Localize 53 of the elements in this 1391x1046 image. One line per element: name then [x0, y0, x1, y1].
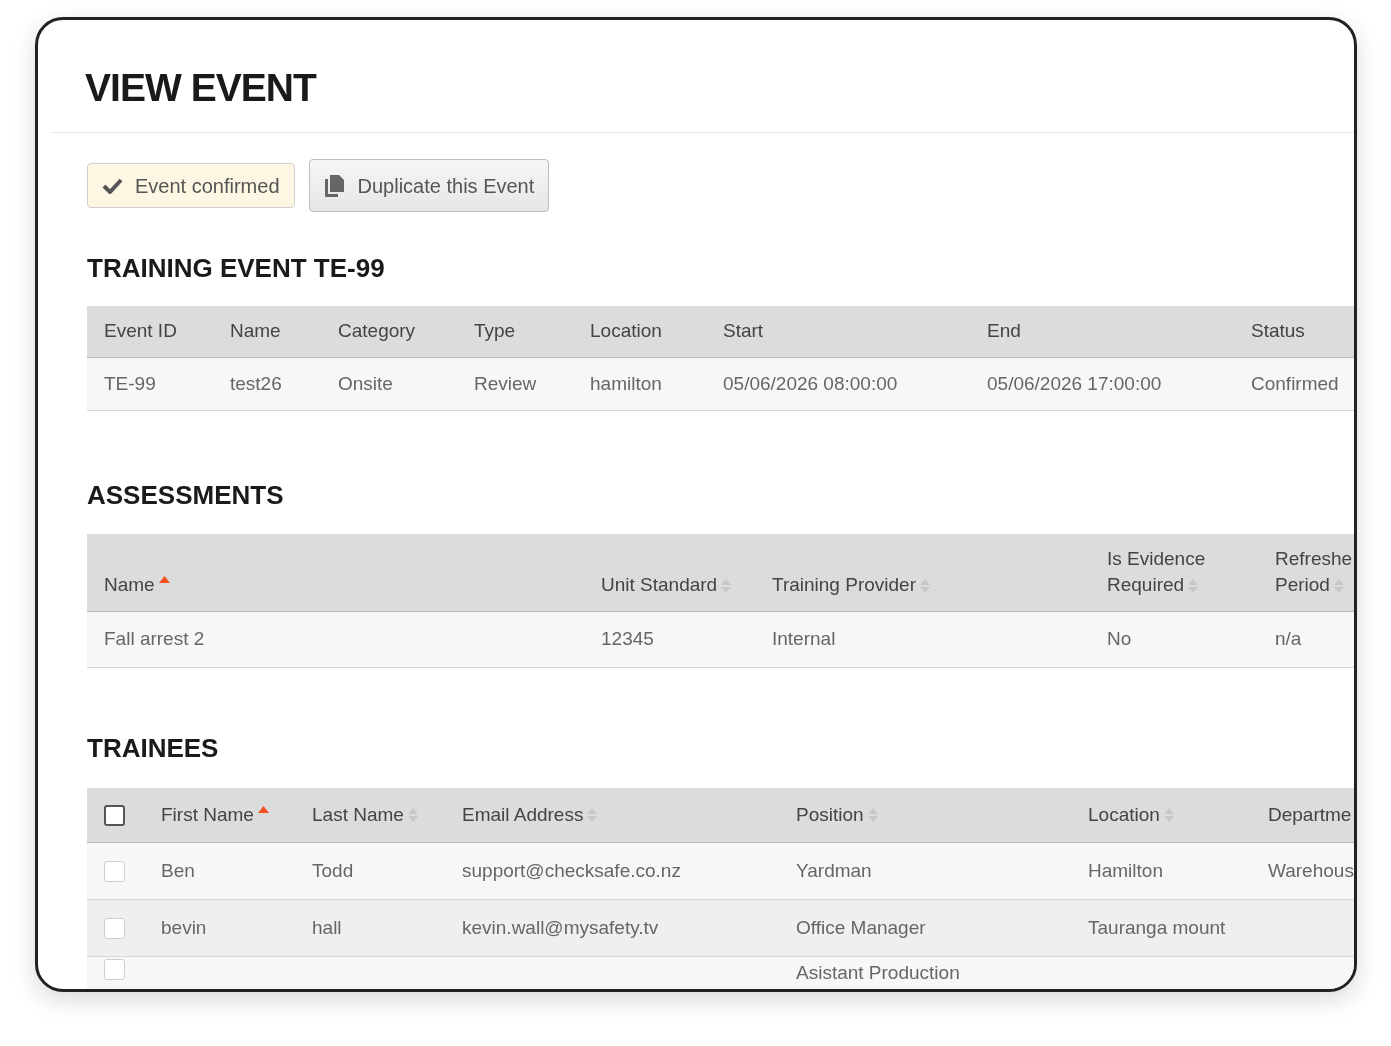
section-title: TRAINEES	[87, 732, 220, 765]
table-cell: Tauranga mount	[1088, 916, 1226, 938]
table-cell: Hamilton	[1088, 859, 1163, 881]
duplicate-button[interactable]: Duplicate this Event	[308, 159, 550, 212]
table-cell: 05/06/2026 17:00:00	[987, 372, 1162, 394]
table-cell: Onsite	[338, 372, 393, 394]
table-cell: Fall arrest 2	[104, 628, 205, 650]
table-cell: support@checksafe.co.nz	[462, 859, 681, 881]
column-header[interactable]: Is Evidence Required	[1107, 546, 1275, 598]
section-title: TRAINING EVENT TE-99	[87, 252, 386, 285]
column-header[interactable]: Departme	[1268, 800, 1352, 830]
column-header[interactable]: Start	[723, 320, 764, 342]
section-title: ASSESSMENTS	[87, 479, 285, 512]
table-cell: n/a	[1275, 628, 1302, 650]
column-header[interactable]: Name	[230, 320, 281, 342]
table-cell: kevin.wall@mysafety.tv	[462, 916, 659, 938]
column-header[interactable]: Location	[1088, 800, 1174, 830]
table-cell: hamilton	[590, 372, 662, 394]
column-header[interactable]: Refreshe Period	[1275, 546, 1354, 598]
checkbox[interactable]	[104, 804, 125, 826]
table-cell: bevin	[161, 916, 207, 938]
check-icon	[102, 177, 123, 194]
table-cell: Ben	[161, 859, 195, 881]
column-header[interactable]: Position	[796, 800, 878, 830]
column-header[interactable]: Type	[474, 320, 516, 342]
column-header[interactable]: Category	[338, 320, 416, 342]
table-cell: Warehous	[1268, 859, 1354, 881]
column-header[interactable]: Event ID	[104, 320, 177, 342]
column-header[interactable]: End	[987, 320, 1021, 342]
table-cell: No	[1107, 628, 1132, 650]
status-label: Event confirmed	[135, 173, 280, 199]
column-header[interactable]: Email Address	[462, 800, 598, 830]
column-header[interactable]: Location	[590, 320, 662, 342]
column-header[interactable]: Training Provider	[772, 572, 930, 598]
column-header[interactable]: Last Name	[312, 800, 418, 830]
table-cell: Internal	[772, 628, 836, 650]
table-cell: 12345	[601, 628, 654, 650]
table-cell: hall	[312, 916, 342, 938]
table-cell: test26	[230, 372, 282, 394]
table-cell: TE-99	[104, 372, 156, 394]
table-cell: Asistant Production	[796, 962, 960, 983]
column-header[interactable]: First Name	[161, 800, 269, 830]
table-cell: Office Manager	[796, 916, 926, 938]
column-header[interactable]: Status	[1251, 320, 1305, 342]
table-cell: Yardman	[796, 859, 872, 881]
copy-icon	[323, 174, 344, 197]
table-cell: Confirmed	[1251, 372, 1339, 394]
table-cell: 05/06/2026 08:00:00	[723, 372, 898, 394]
table-cell: Review	[474, 372, 537, 394]
table-cell: Todd	[312, 859, 354, 881]
page-title: VIEW EVENT	[85, 65, 318, 111]
column-header[interactable]: Name	[104, 572, 170, 598]
column-header[interactable]: Unit Standard	[601, 572, 732, 598]
